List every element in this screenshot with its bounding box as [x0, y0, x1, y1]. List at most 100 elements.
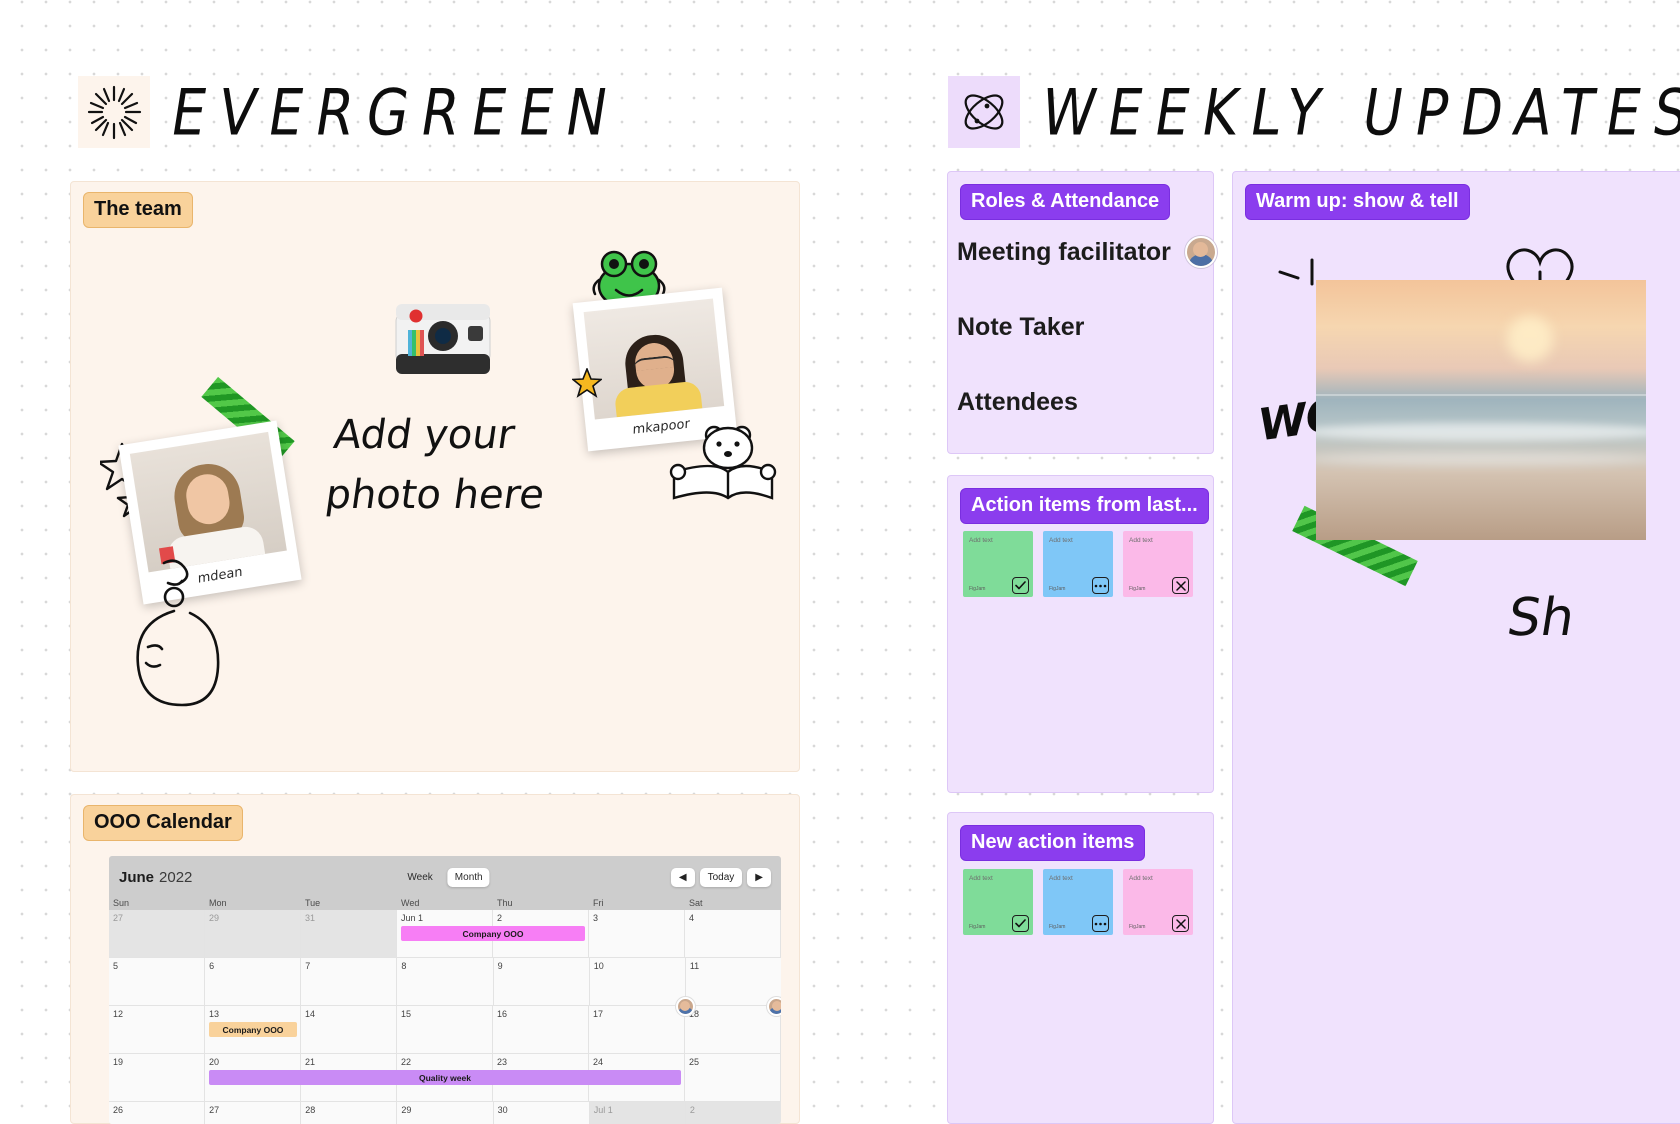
sticky-note[interactable]: Add text FigJam: [1123, 869, 1193, 935]
calendar-day-number: 9: [497, 961, 503, 971]
sparkle-burst-icon: [78, 76, 150, 148]
calendar-day-cell[interactable]: 28: [301, 1102, 398, 1124]
calendar-day-cell[interactable]: Jul 1: [589, 1102, 686, 1124]
calendar-dow-mon: Mon: [209, 898, 227, 908]
calendar-today-button[interactable]: Today: [699, 867, 743, 887]
calendar-day-cell[interactable]: 14: [301, 1006, 397, 1053]
calendar-day-number: 13: [209, 1009, 220, 1019]
calendar-day-number: 4: [689, 913, 695, 923]
calendar-day-cell[interactable]: 9: [493, 958, 590, 1005]
calendar-day-cell[interactable]: 25: [685, 1054, 781, 1101]
calendar-day-cell[interactable]: 11: [685, 958, 781, 1005]
camera-icon: [394, 300, 492, 383]
ellipsis-icon[interactable]: [1092, 577, 1109, 594]
calendar-day-cell[interactable]: 29: [397, 1102, 494, 1124]
calendar-day-cell[interactable]: 10: [589, 958, 686, 1005]
the-team-badge: The team: [83, 192, 193, 228]
polaroid-mdean-photo: [129, 431, 287, 573]
calendar-day-number: 14: [305, 1009, 316, 1019]
check-icon[interactable]: [1012, 915, 1029, 932]
calendar-day-number: 2: [497, 913, 503, 923]
calendar-day-number: 24: [593, 1057, 604, 1067]
role-row-facilitator[interactable]: Meeting facilitator: [957, 236, 1217, 268]
camera-glyph: [395, 304, 491, 374]
avatar[interactable]: [675, 997, 695, 1016]
calendar-day-cell[interactable]: 19: [109, 1054, 205, 1101]
calendar-day-number: 17: [593, 1009, 604, 1019]
calendar-dow-sat: Sat: [689, 898, 703, 908]
calendar-day-number: 16: [497, 1009, 508, 1019]
role-row-note-taker[interactable]: Note Taker: [957, 313, 1084, 342]
calendar-day-cell[interactable]: 8: [397, 958, 494, 1005]
calendar-day-cell[interactable]: 30: [493, 1102, 590, 1124]
calendar-day-cell[interactable]: 7: [301, 958, 398, 1005]
calendar-nav[interactable]: ◀ Today ▶: [670, 867, 771, 887]
calendar-day-cell[interactable]: 26: [109, 1102, 206, 1124]
calendar-day-cell[interactable]: 31: [301, 910, 397, 957]
evergreen-board-heading: EVERGREEN: [78, 75, 626, 149]
sticky-add-text: Add text: [969, 875, 993, 882]
check-icon[interactable]: [1012, 577, 1029, 594]
beach-sunset-photo[interactable]: [1316, 280, 1646, 540]
calendar-day-number: 10: [593, 961, 604, 971]
sticky-brand: FigJam: [1049, 586, 1066, 592]
calendar-day-number: 22: [401, 1057, 412, 1067]
sticky-brand: FigJam: [1129, 586, 1146, 592]
sticky-note[interactable]: Add text FigJam: [1043, 531, 1113, 597]
calendar-toolbar: June 2022 Week Month ◀ Today ▶: [109, 856, 781, 898]
calendar-grid[interactable]: 27 29 31 Jun 1 2 3 4 Company OOO 5 6 7 8 9 10 11 12 13 14…: [109, 910, 781, 1124]
ellipsis-icon[interactable]: [1092, 915, 1109, 932]
sticky-note[interactable]: Add text FigJam: [1123, 531, 1193, 597]
calendar-week-row: 26 27 28 29 30 Jul 1 2: [109, 1102, 781, 1124]
sticky-note[interactable]: Add text FigJam: [1043, 869, 1113, 935]
calendar-day-number: 29: [209, 913, 220, 923]
calendar-day-cell[interactable]: 4: [685, 910, 781, 957]
calendar-day-number: 5: [113, 961, 119, 971]
calendar-prev-button[interactable]: ◀: [670, 867, 695, 887]
calendar-day-cell[interactable]: 29: [205, 910, 301, 957]
face-doodle-glyph: [136, 559, 220, 707]
calendar-week-row: 12 13 14 15 16 17 18 Company OOO: [109, 997, 781, 1054]
calendar-day-cell[interactable]: 18: [685, 1006, 781, 1053]
calendar-day-cell[interactable]: 27: [205, 1102, 302, 1124]
close-icon[interactable]: [1172, 577, 1189, 594]
calendar-day-cell[interactable]: 6: [205, 958, 302, 1005]
sticky-note[interactable]: Add text FigJam: [963, 869, 1033, 935]
add-photo-placeholder-text: Add your photo here: [322, 405, 557, 525]
calendar-day-cell[interactable]: 12: [109, 1006, 205, 1053]
sticky-add-text: Add text: [969, 537, 993, 544]
ellipsis-glyph: [1094, 584, 1107, 587]
roles-attendance-badge: Roles & Attendance: [960, 184, 1171, 220]
calendar-day-cell[interactable]: 3: [589, 910, 685, 957]
calendar-day-cell[interactable]: 27: [109, 910, 205, 957]
calendar-day-cell[interactable]: 5: [109, 958, 206, 1005]
calendar-dow-thu: Thu: [497, 898, 513, 908]
close-icon[interactable]: [1172, 915, 1189, 932]
horizon-line: [1316, 394, 1646, 397]
calendar-view-toggle[interactable]: Week Month: [400, 867, 490, 887]
sticky-note[interactable]: Add text FigJam: [963, 531, 1033, 597]
calendar-view-week[interactable]: Week: [400, 868, 439, 887]
avatar[interactable]: [767, 997, 781, 1016]
calendar-view-month[interactable]: Month: [447, 867, 490, 887]
calendar-widget[interactable]: June 2022 Week Month ◀ Today ▶ Sun Mon T…: [109, 856, 781, 1124]
wave-foam: [1316, 423, 1646, 441]
calendar-event[interactable]: Company OOO: [208, 1022, 297, 1037]
calendar-day-cell[interactable]: 17: [589, 1006, 685, 1053]
show-tell-handwriting: Sh: [1503, 588, 1579, 648]
bear-reading-glyph: [669, 425, 777, 500]
atom-orbit-icon: [948, 76, 1020, 148]
calendar-dow-fri: Fri: [593, 898, 604, 908]
calendar-event[interactable]: Quality week: [208, 1070, 681, 1085]
calendar-day-cell[interactable]: 15: [397, 1006, 493, 1053]
calendar-day-number: 31: [305, 913, 316, 923]
calendar-day-number: 3: [593, 913, 599, 923]
calendar-day-number: 7: [305, 961, 311, 971]
calendar-day-cell[interactable]: 16: [493, 1006, 589, 1053]
calendar-day-cell[interactable]: 2: [685, 1102, 781, 1124]
role-row-attendees[interactable]: Attendees: [957, 388, 1078, 417]
calendar-event[interactable]: Company OOO: [401, 926, 585, 941]
calendar-day-number: 21: [305, 1057, 316, 1067]
calendar-next-button[interactable]: ▶: [747, 867, 771, 887]
avatar[interactable]: [1184, 236, 1217, 268]
